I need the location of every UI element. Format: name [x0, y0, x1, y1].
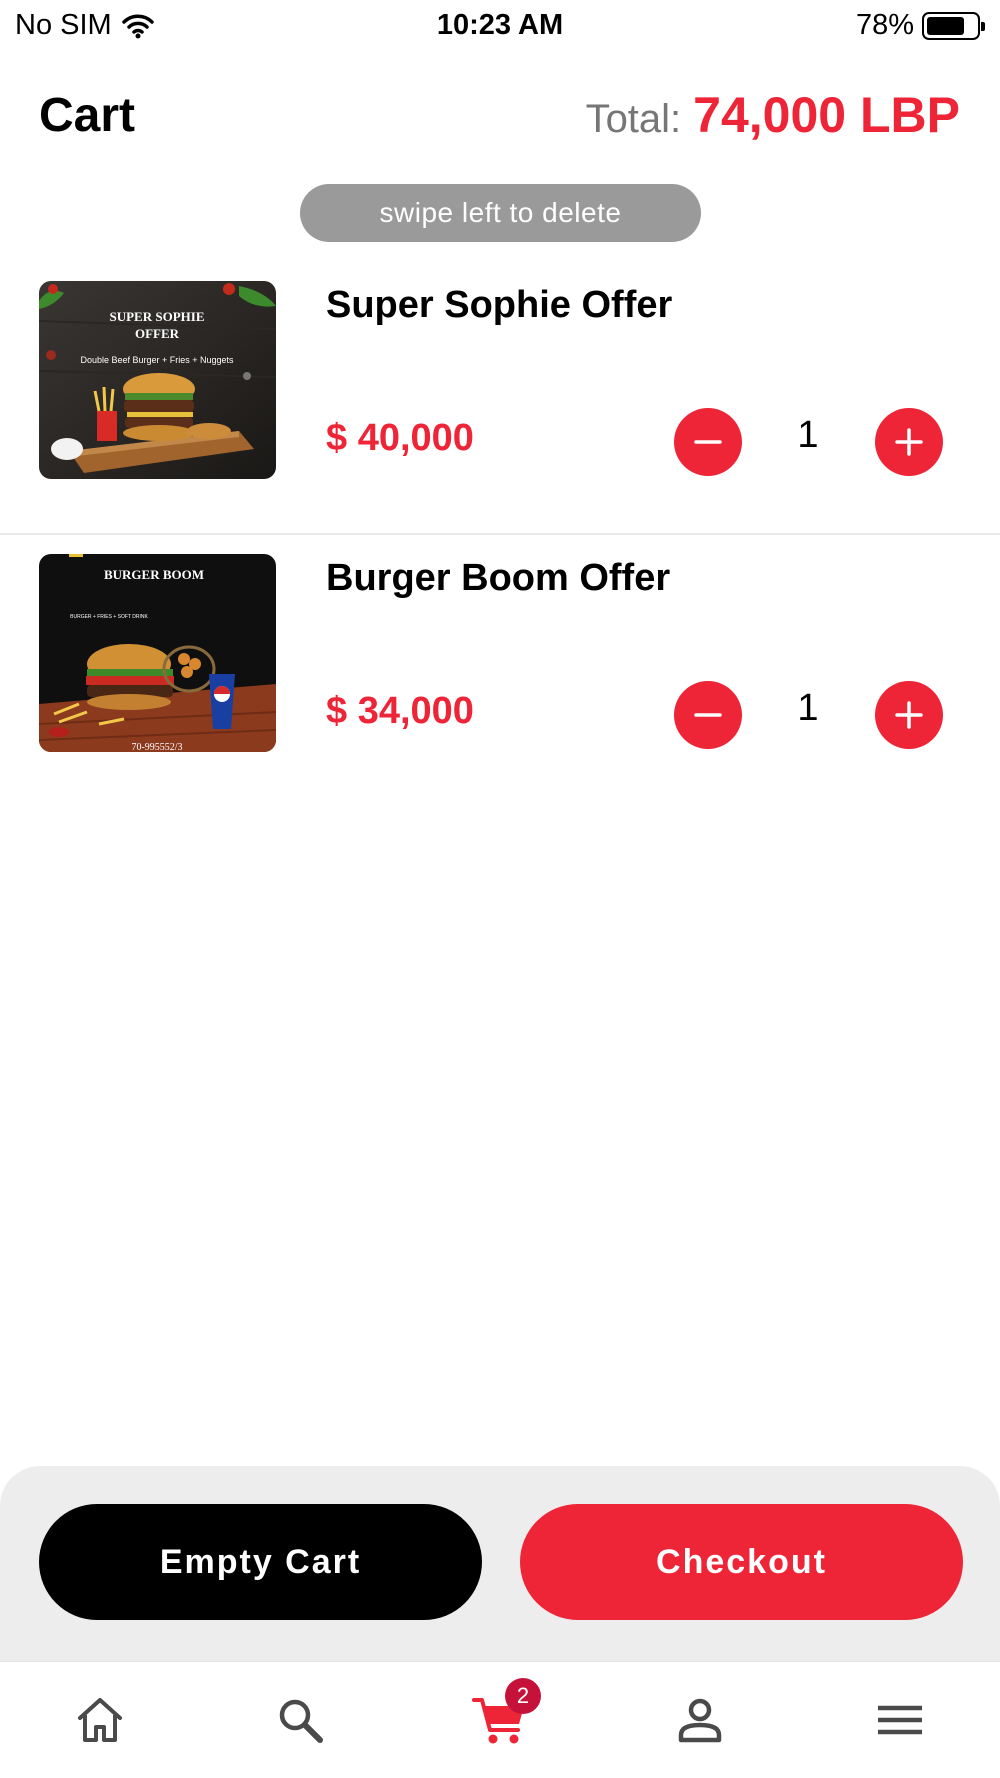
burger-boom-offer-image: BURGER BOOM BURGER + FRIES + SOFT DRINK — [39, 554, 276, 752]
product-image: SUPER SOPHIE OFFER Double Beef Burger + … — [39, 281, 276, 479]
cart-badge: 2 — [505, 1678, 541, 1714]
super-sophie-offer-image: SUPER SOPHIE OFFER Double Beef Burger + … — [39, 281, 276, 479]
plus-icon — [895, 701, 923, 729]
image-title-line1: BURGER BOOM — [104, 567, 204, 582]
minus-icon — [694, 440, 722, 444]
item-quantity: 1 — [797, 414, 819, 456]
image-title-line2: OFFER — [135, 326, 180, 341]
increase-quantity-button[interactable] — [875, 681, 943, 749]
image-subtitle: BURGER + FRIES + SOFT DRINK — [70, 614, 148, 620]
increase-quantity-button[interactable] — [875, 408, 943, 476]
plus-icon — [895, 428, 923, 456]
image-phone: 70-995552/3 — [131, 742, 182, 752]
item-name: Burger Boom Offer — [326, 557, 671, 599]
status-right: 78% — [855, 9, 985, 42]
image-title-line1: SUPER SOPHIE — [110, 309, 205, 324]
profile-icon — [678, 1698, 722, 1743]
cart-total: Total: 74,000 LBP — [586, 86, 960, 144]
decrease-quantity-button[interactable] — [674, 681, 742, 749]
cart-actions-panel: Empty Cart Checkout — [0, 1466, 1000, 1661]
tab-home[interactable] — [70, 1690, 130, 1750]
cart-list: SUPER SOPHIE OFFER Double Beef Burger + … — [0, 262, 1000, 808]
battery-percent: 78% — [855, 9, 914, 41]
home-icon — [78, 1698, 122, 1742]
search-icon — [279, 1699, 323, 1743]
battery-icon — [922, 11, 985, 40]
minus-icon — [694, 713, 722, 717]
checkout-button[interactable]: Checkout — [520, 1504, 963, 1620]
cart-item[interactable]: SUPER SOPHIE OFFER Double Beef Burger + … — [0, 262, 1000, 535]
clock: 10:23 AM — [436, 9, 564, 41]
decrease-quantity-button[interactable] — [674, 408, 742, 476]
item-price: $ 34,000 — [326, 690, 474, 732]
empty-cart-button[interactable]: Empty Cart — [39, 1504, 482, 1620]
item-name: Super Sophie Offer — [326, 284, 673, 326]
product-image: BURGER BOOM BURGER + FRIES + SOFT DRINK — [39, 554, 276, 752]
cart-screen: No SIM 10:23 AM 78% Cart Total: 74,000 L… — [0, 0, 1000, 1778]
battery-cap — [981, 21, 985, 31]
status-bar: No SIM 10:23 AM 78% — [0, 0, 1000, 52]
bottom-tab-bar: 2 — [0, 1661, 1000, 1778]
total-value: 74,000 LBP — [693, 87, 960, 143]
total-label: Total: — [585, 97, 682, 141]
tab-search[interactable] — [270, 1690, 330, 1750]
swipe-hint: swipe left to delete — [300, 184, 701, 242]
tab-profile[interactable] — [670, 1690, 730, 1750]
cart-header: Cart Total: 74,000 LBP — [39, 86, 960, 148]
item-quantity: 1 — [797, 687, 819, 729]
page-title: Cart — [39, 89, 136, 142]
image-subtitle: Double Beef Burger + Fries + Nuggets — [80, 355, 234, 365]
tab-menu[interactable] — [870, 1690, 930, 1750]
menu-icon — [878, 1705, 922, 1735]
battery-fill — [927, 16, 965, 35]
item-price: $ 40,000 — [326, 417, 474, 459]
tab-cart[interactable]: 2 — [470, 1678, 541, 1750]
cart-item[interactable]: BURGER BOOM BURGER + FRIES + SOFT DRINK — [0, 535, 1000, 808]
